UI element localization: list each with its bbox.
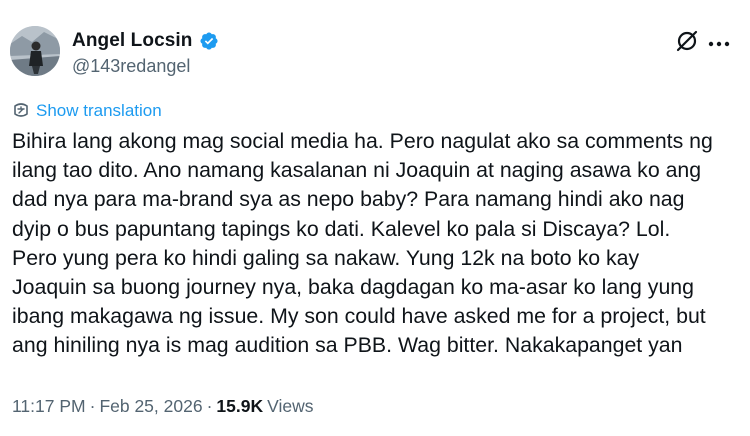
verified-badge-icon <box>199 31 219 51</box>
grok-icon[interactable] <box>674 28 700 54</box>
tweet-time[interactable]: 11:17 PM <box>12 396 86 417</box>
tweet-meta: 11:17 PM · Feb 25, 2026 · 15.9K Views <box>12 396 313 417</box>
tweet-date[interactable]: Feb 25, 2026 <box>99 396 202 417</box>
views-label[interactable]: Views <box>267 396 313 417</box>
show-translation[interactable]: Show translation <box>12 101 162 121</box>
author-name-row[interactable]: Angel Locsin <box>72 30 219 52</box>
author-handle[interactable]: @143redangel <box>72 56 190 77</box>
meta-separator: · <box>206 396 213 416</box>
more-options-icon[interactable] <box>708 36 730 47</box>
translate-icon <box>12 102 30 120</box>
tweet-text: Bihira lang akong mag social media ha. P… <box>12 129 713 358</box>
meta-separator: · <box>89 396 96 416</box>
display-name[interactable]: Angel Locsin <box>72 30 193 52</box>
views-count[interactable]: 15.9K <box>216 396 263 417</box>
tweet-card: Angel Locsin @143redangel Show translati… <box>0 0 750 436</box>
avatar[interactable] <box>10 26 60 76</box>
show-translation-link[interactable]: Show translation <box>36 101 162 121</box>
